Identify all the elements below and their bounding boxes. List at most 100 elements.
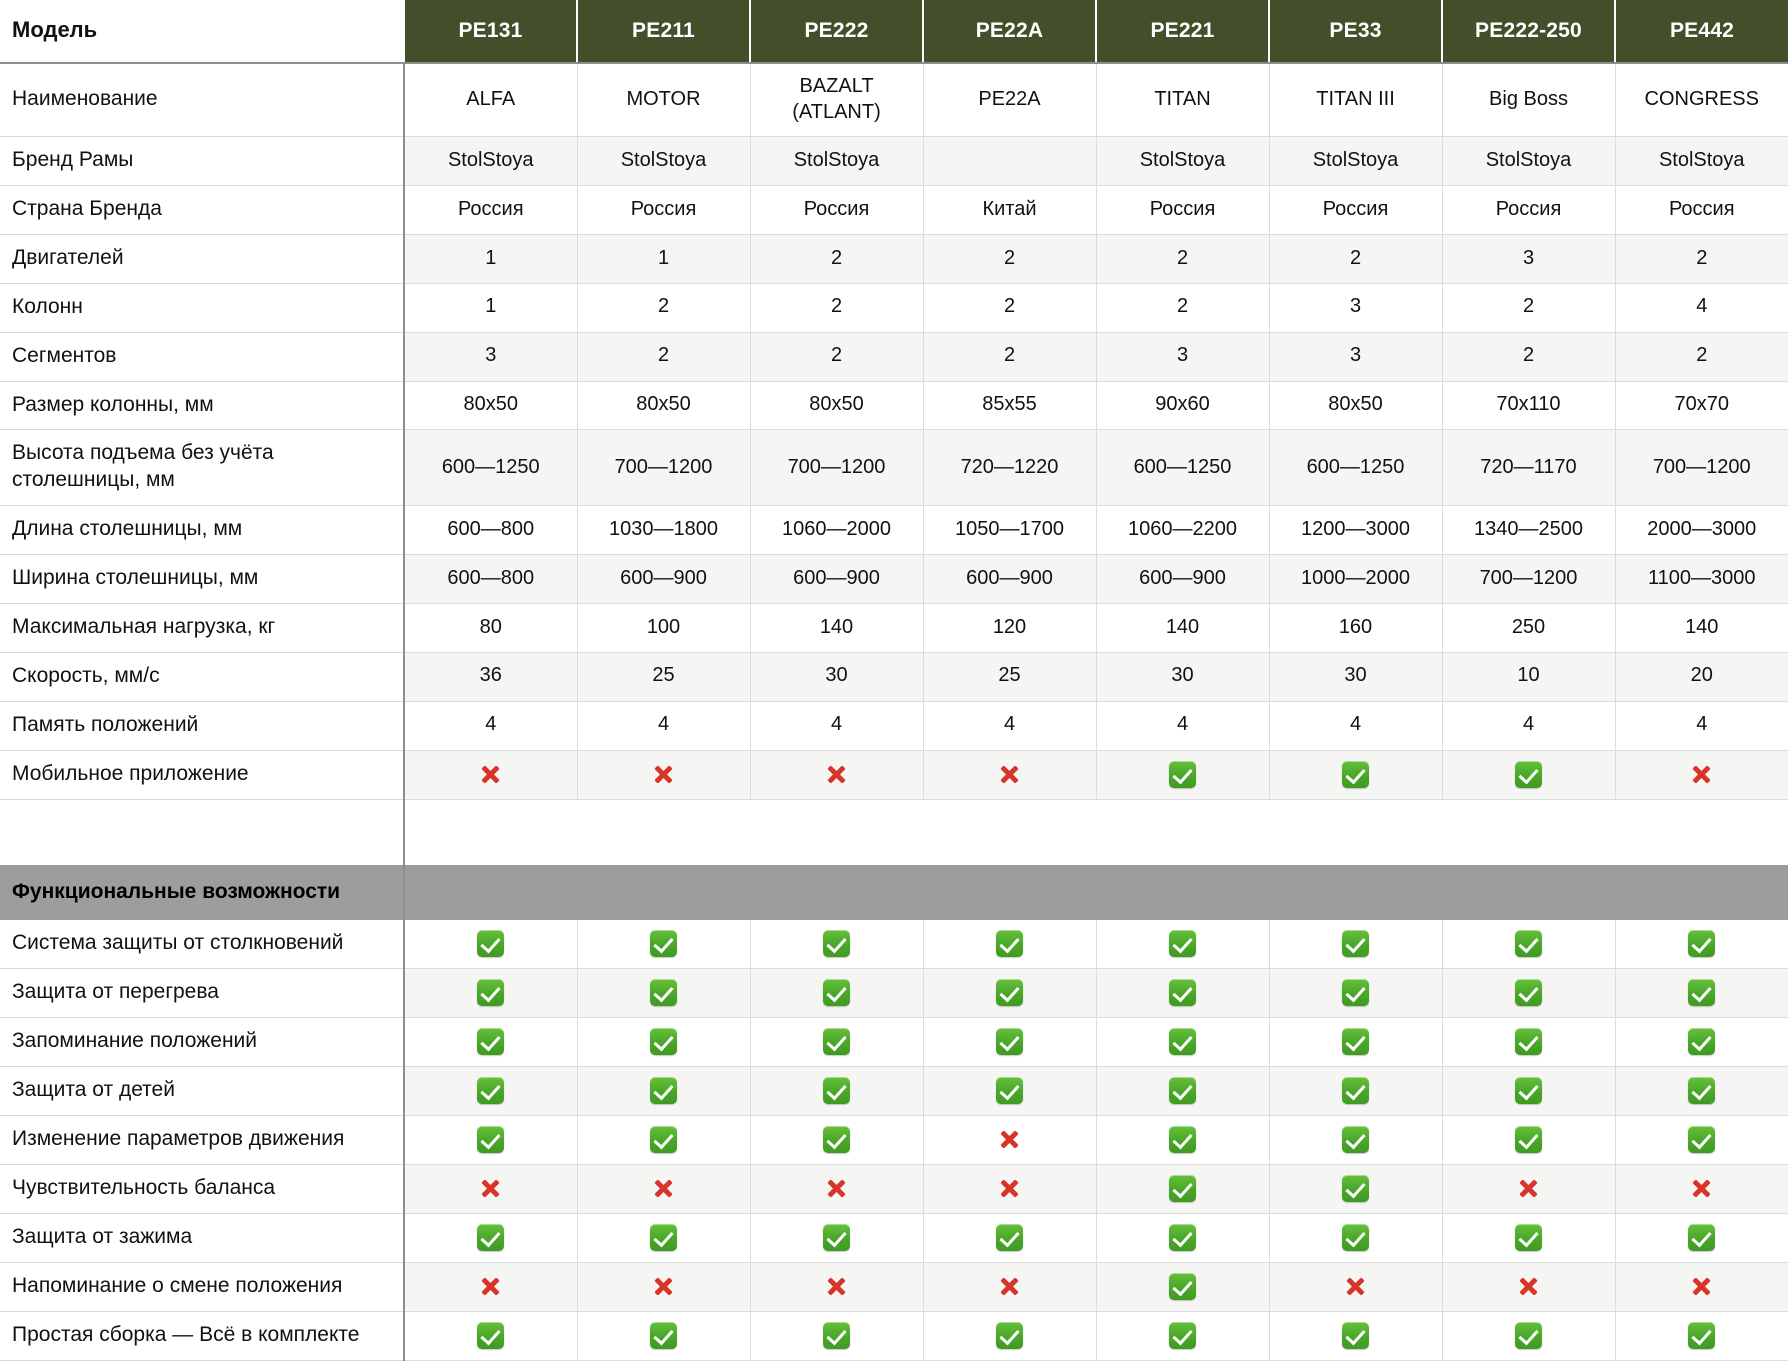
row-label-память-положений: Память положений bbox=[0, 701, 405, 751]
cell-защита-от-перегрева-supported bbox=[750, 968, 924, 1018]
green-check-box-icon bbox=[996, 978, 1023, 1006]
green-check-box-icon bbox=[1515, 1125, 1542, 1153]
cell-двигателей: 2 bbox=[1096, 234, 1270, 284]
check-glyph bbox=[996, 978, 1023, 1006]
cell-колонн: 2 bbox=[750, 283, 924, 333]
table-row: Напоминание о смене положения bbox=[0, 1262, 1788, 1312]
table-row: Изменение параметров движения bbox=[0, 1115, 1788, 1165]
cell-бренд-рамы bbox=[923, 136, 1097, 187]
green-check-box-icon bbox=[650, 1125, 677, 1153]
red-cross-icon bbox=[1516, 1273, 1542, 1299]
check-glyph bbox=[996, 1321, 1023, 1349]
cross-glyph bbox=[1516, 1273, 1542, 1299]
cell-защита-от-детей-supported bbox=[1269, 1066, 1443, 1116]
check-glyph bbox=[1342, 1174, 1369, 1202]
green-check-box-icon bbox=[1169, 929, 1196, 957]
table-row: Бренд Рамы StolStoya StolStoya StolStoya Sto… bbox=[0, 136, 1788, 187]
green-check-box-icon bbox=[996, 929, 1023, 957]
cell-изменение-параметров-движения-supported bbox=[404, 1115, 578, 1165]
green-check-box-icon bbox=[823, 1321, 850, 1349]
cell-скорость-мм-с: 25 bbox=[577, 652, 751, 702]
cell-система-защиты-от-столкновений-supported bbox=[404, 919, 578, 969]
green-check-box-icon bbox=[650, 1321, 677, 1349]
green-check-box-icon bbox=[1169, 1076, 1196, 1104]
cross-glyph bbox=[1343, 1273, 1369, 1299]
cross-glyph bbox=[997, 761, 1023, 787]
cell-максимальная-нагрузка-кг: 80 bbox=[404, 603, 578, 653]
cell-защита-от-зажима-supported bbox=[1442, 1213, 1616, 1263]
table-row: Защита от детей bbox=[0, 1066, 1788, 1116]
cell-колонн: 3 bbox=[1269, 283, 1443, 333]
row-label-система-защиты-от-столкновений: Система защиты от столкновений bbox=[0, 919, 405, 969]
table-row: Наименование ALFA MOTOR BAZALT (ATLANT) PE22A… bbox=[0, 63, 1788, 138]
check-glyph bbox=[1342, 1125, 1369, 1153]
spacer-cell bbox=[404, 799, 577, 865]
cell-длина-столешницы-мм: 1340—2500 bbox=[1442, 505, 1616, 556]
green-check-box-icon bbox=[477, 1027, 505, 1055]
check-glyph bbox=[1169, 1223, 1196, 1251]
cell-двигателей: 1 bbox=[404, 234, 578, 284]
cell-длина-столешницы-мм: 1060—2200 bbox=[1096, 505, 1270, 556]
cell-размер-колонны-мм: 80x50 bbox=[404, 381, 578, 431]
check-glyph bbox=[1169, 1027, 1196, 1055]
table-row: Двигателей 1 1 2 2 2 2 3 2 bbox=[0, 234, 1788, 284]
row-label-напоминание-о-смене-положения: Напоминание о смене положения bbox=[0, 1262, 405, 1312]
cell-изменение-параметров-движения-supported bbox=[577, 1115, 751, 1165]
cell-простая-сборка-всё-в-комплекте-supported bbox=[404, 1311, 578, 1361]
cell-размер-колонны-мм: 70x70 bbox=[1615, 381, 1788, 431]
cell-чувствительность-баланса-supported bbox=[1096, 1164, 1270, 1214]
cell-сегментов: 3 bbox=[404, 332, 578, 382]
red-cross-icon bbox=[824, 1273, 850, 1299]
cell-защита-от-перегрева-supported bbox=[1615, 968, 1788, 1018]
row-label-двигателей: Двигателей bbox=[0, 234, 405, 284]
green-check-box-icon bbox=[650, 1027, 677, 1055]
cell-размер-колонны-мм: 80x50 bbox=[750, 381, 924, 431]
cross-glyph bbox=[997, 1273, 1023, 1299]
cell-двигателей: 3 bbox=[1442, 234, 1616, 284]
table-row: Длина столешницы, мм 600—800 1030—1800 1060… bbox=[0, 505, 1788, 556]
cell-защита-от-перегрева-supported bbox=[1442, 968, 1616, 1018]
table-row: Чувствительность баланса bbox=[0, 1164, 1788, 1214]
cell-защита-от-зажима-supported bbox=[577, 1213, 751, 1263]
cell-скорость-мм-с: 30 bbox=[1269, 652, 1443, 702]
cell-наименование: TITAN bbox=[1096, 63, 1270, 138]
green-check-box-icon bbox=[1342, 760, 1369, 788]
green-check-box-icon bbox=[1688, 978, 1716, 1006]
red-cross-icon bbox=[997, 761, 1023, 787]
cell-высота-подъема-без-учёта-столешницы-мм: 720—1220 bbox=[923, 429, 1097, 507]
cell-память-положений: 4 bbox=[1442, 701, 1616, 751]
cell-страна-бренда: Россия bbox=[404, 185, 578, 235]
check-glyph bbox=[1342, 760, 1369, 788]
check-glyph bbox=[1342, 929, 1369, 957]
cell-страна-бренда: Россия bbox=[577, 185, 751, 235]
cell-защита-от-детей-supported bbox=[1615, 1066, 1788, 1116]
check-glyph bbox=[1515, 1027, 1542, 1055]
row-label-защита-от-детей: Защита от детей bbox=[0, 1066, 405, 1116]
green-check-box-icon bbox=[1169, 978, 1196, 1006]
check-glyph bbox=[1688, 1027, 1716, 1055]
check-glyph bbox=[823, 929, 850, 957]
cell-память-положений: 4 bbox=[1096, 701, 1270, 751]
check-glyph bbox=[823, 978, 850, 1006]
check-glyph bbox=[823, 1125, 850, 1153]
cell-высота-подъема-без-учёта-столешницы-мм: 600—1250 bbox=[1096, 429, 1270, 507]
cell-защита-от-перегрева-supported bbox=[404, 968, 578, 1018]
cell-колонн: 2 bbox=[1096, 283, 1270, 333]
row-label-мобильное-приложение: Мобильное приложение bbox=[0, 750, 405, 800]
cell-сегментов: 2 bbox=[923, 332, 1097, 382]
cell-изменение-параметров-движения-supported bbox=[1442, 1115, 1616, 1165]
cross-glyph bbox=[1689, 761, 1715, 787]
cell-защита-от-зажима-supported bbox=[1096, 1213, 1270, 1263]
cell-система-защиты-от-столкновений-supported bbox=[750, 919, 924, 969]
row-label-запоминание-положений: Запоминание положений bbox=[0, 1017, 405, 1067]
cell-ширина-столешницы-мм: 600—800 bbox=[404, 554, 578, 604]
green-check-box-icon bbox=[1169, 1321, 1196, 1349]
cell-чувствительность-баланса-unsupported bbox=[923, 1164, 1097, 1214]
cell-защита-от-перегрева-supported bbox=[577, 968, 751, 1018]
check-glyph bbox=[477, 1027, 505, 1055]
cell-скорость-мм-с: 30 bbox=[1096, 652, 1270, 702]
cell-защита-от-детей-supported bbox=[923, 1066, 1097, 1116]
cell-колонн: 1 bbox=[404, 283, 578, 333]
green-check-box-icon bbox=[477, 1076, 505, 1104]
green-check-box-icon bbox=[996, 1076, 1023, 1104]
